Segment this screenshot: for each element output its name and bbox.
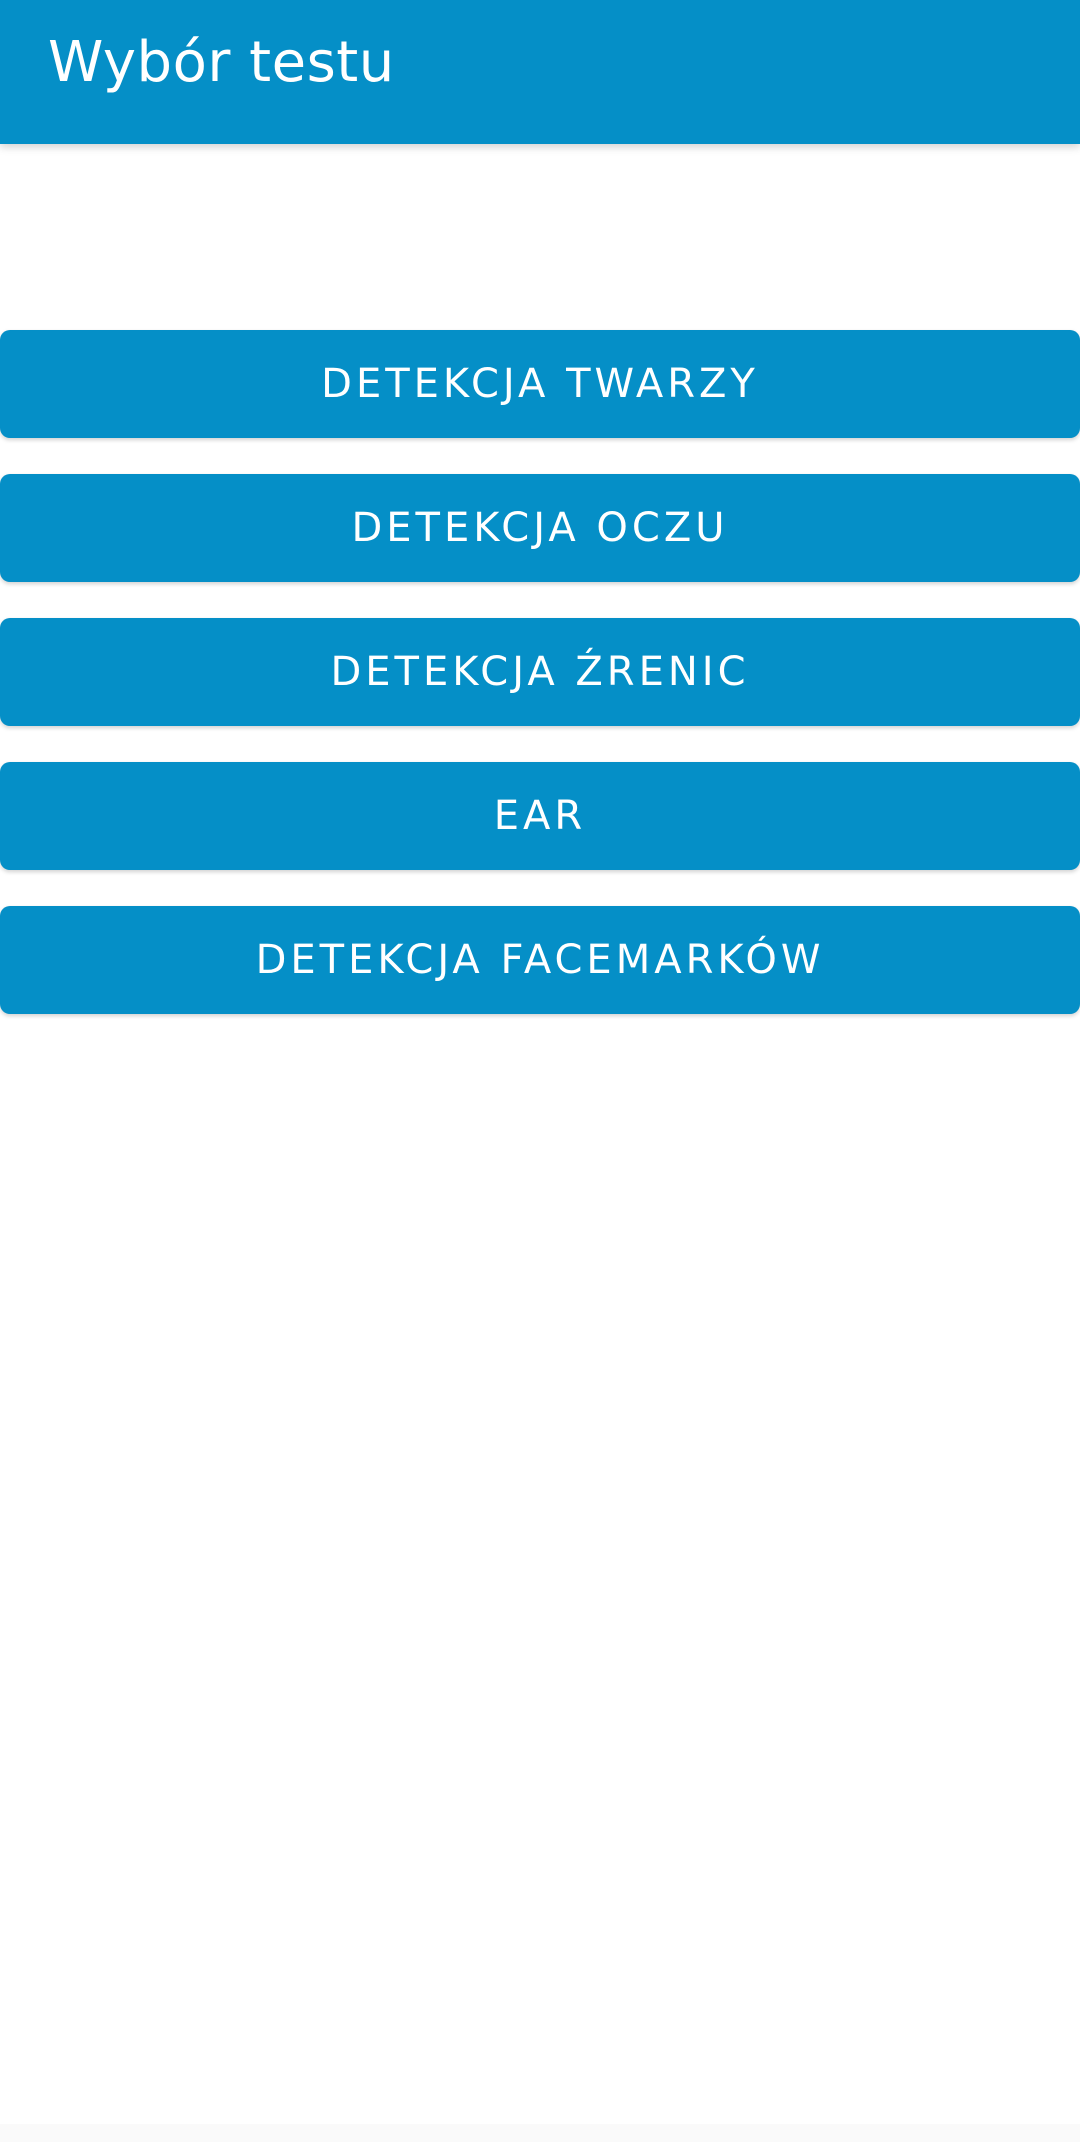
navigation-bar-area xyxy=(0,2124,1080,2142)
ear-button[interactable]: EAR xyxy=(0,762,1080,870)
content-area: DETEKCJA TWARZY DETEKCJA OCZU DETEKCJA Ź… xyxy=(0,144,1080,2142)
test-button-list: DETEKCJA TWARZY DETEKCJA OCZU DETEKCJA Ź… xyxy=(0,330,1080,1050)
face-detection-button[interactable]: DETEKCJA TWARZY xyxy=(0,330,1080,438)
page-title: Wybór testu xyxy=(48,30,395,95)
facemark-detection-button[interactable]: DETEKCJA FACEMARKÓW xyxy=(0,906,1080,1014)
app-bar: Wybór testu xyxy=(0,0,1080,144)
eye-detection-button[interactable]: DETEKCJA OCZU xyxy=(0,474,1080,582)
pupil-detection-button[interactable]: DETEKCJA ŹRENIC xyxy=(0,618,1080,726)
